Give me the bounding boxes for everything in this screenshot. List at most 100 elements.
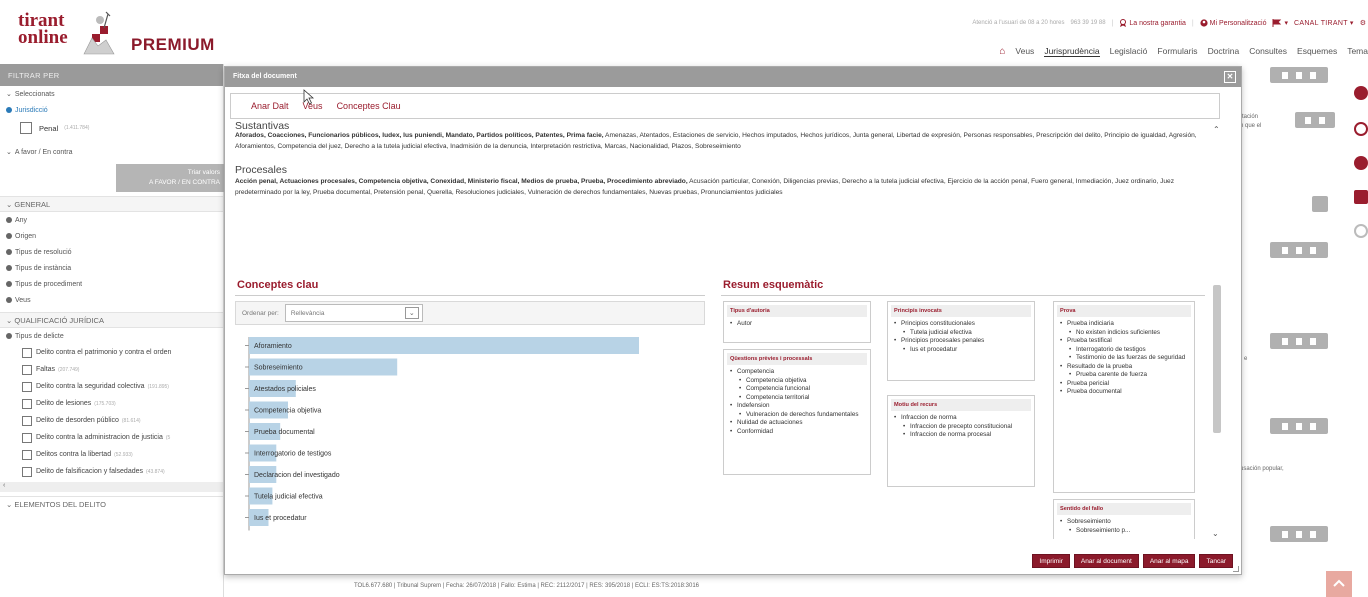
delict-checkbox[interactable] xyxy=(22,415,32,426)
map-icon xyxy=(1310,530,1316,538)
sidebar-hscroll[interactable]: ‹ xyxy=(0,482,223,492)
filter-origen[interactable]: Origen xyxy=(0,228,223,244)
chart-category-label[interactable]: Interrogatorio de testigos xyxy=(254,451,332,458)
schema-item: Sobreseimiento p... xyxy=(1057,527,1191,536)
delict-checkbox[interactable] xyxy=(22,364,32,375)
flag-menu[interactable]: ▾ xyxy=(1272,19,1288,27)
result-actions[interactable] xyxy=(1270,242,1328,258)
chevron-down-icon[interactable]: ⌄ xyxy=(1212,529,1219,538)
delict-option[interactable]: Delito de desorden público (81.614) xyxy=(0,412,223,429)
download-icon xyxy=(1319,116,1325,124)
chart-category-label[interactable]: Tutela judicial efectiva xyxy=(254,494,323,501)
nav-jurisprudencia[interactable]: Jurisprudència xyxy=(1044,46,1100,57)
delict-option[interactable]: Delito de falsificacion y falsedades (43.… xyxy=(0,463,223,480)
schema-item: Tutela judicial efectiva xyxy=(891,329,1031,338)
delict-checkbox[interactable] xyxy=(22,347,32,358)
scrollbar-thumb[interactable] xyxy=(1213,285,1221,433)
chart-category-label[interactable]: Atestados policiales xyxy=(254,386,316,393)
result-reference[interactable]: TOL6.677.680 | Tribunal Suprem | Fecha: … xyxy=(354,583,699,589)
close-icon[interactable]: ✕ xyxy=(1224,71,1236,83)
chart-category-label[interactable]: Competencia objetiva xyxy=(254,408,321,415)
chart-category-label[interactable]: Declaracion del investigado xyxy=(254,472,340,479)
nav-veus[interactable]: Veus xyxy=(1015,46,1034,56)
chart-category-label[interactable]: Prueba documental xyxy=(254,429,315,436)
favor-contra-button[interactable]: Triar valors A FAVOR / EN CONTRA xyxy=(116,164,224,192)
filter-veus[interactable]: Veus xyxy=(0,292,223,308)
modal-scrollbar[interactable]: ⌃ ⌄ xyxy=(1211,125,1223,545)
qualificacio-section-toggle[interactable]: ⌄ QUALIFICACIÓ JURÍDICA xyxy=(0,312,223,328)
chart-bar[interactable] xyxy=(249,337,639,354)
result-actions[interactable] xyxy=(1270,67,1328,83)
home-icon[interactable]: ⌂ xyxy=(999,46,1005,57)
elementos-section-toggle[interactable]: ⌄ ELEMENTOS DEL DELITO xyxy=(0,496,223,512)
nav-doctrina[interactable]: Doctrina xyxy=(1208,46,1240,56)
penal-filter[interactable]: Penal (1.411.784) xyxy=(0,118,223,138)
filter-tipus-resolucio[interactable]: Tipus de resolució xyxy=(0,244,223,260)
delict-checkbox[interactable] xyxy=(22,449,32,460)
schema-item: Vulneracion de derechos fundamentales xyxy=(727,411,867,420)
delict-checkbox[interactable] xyxy=(22,398,32,409)
user-icon xyxy=(1200,19,1208,27)
settings-icon[interactable]: ⚙ xyxy=(1360,19,1368,27)
selected-section-toggle[interactable]: ⌄ Seleccionats xyxy=(0,86,223,102)
tab-conceptes-clau[interactable]: Conceptes Clau xyxy=(337,101,401,111)
general-section-toggle[interactable]: ⌄ GENERAL xyxy=(0,196,223,212)
go-to-map-button[interactable]: Anar al mapa xyxy=(1142,554,1196,568)
top-header: tirant online PREMIUM Atenció a l'usuari… xyxy=(0,0,1368,62)
main-nav: ⌂ Veus Jurisprudència Legislació Formula… xyxy=(999,44,1368,58)
flag-icon xyxy=(1272,19,1282,27)
penal-checkbox[interactable] xyxy=(20,122,32,134)
guarantee-link[interactable]: La nostra garantia xyxy=(1119,19,1186,27)
close-button[interactable]: Tancar xyxy=(1199,554,1233,568)
folder-icon[interactable] xyxy=(1354,190,1368,204)
resize-handle[interactable] xyxy=(1233,566,1239,572)
chart-category-label[interactable]: Aforamiento xyxy=(254,343,292,350)
tools-icon[interactable] xyxy=(1354,156,1368,170)
delict-option[interactable]: Delito de lesiones (175.703) xyxy=(0,395,223,412)
support-phone: 963 39 19 88 xyxy=(1070,20,1106,26)
procesales-title: Procesales xyxy=(235,164,287,176)
filter-tipus-delicte[interactable]: Tipus de delicte xyxy=(0,328,223,344)
result-actions[interactable] xyxy=(1270,418,1328,434)
pin-icon[interactable] xyxy=(1354,86,1368,100)
download-icon xyxy=(1296,422,1302,430)
scroll-to-top-button[interactable] xyxy=(1326,571,1352,597)
result-actions[interactable] xyxy=(1270,333,1328,349)
tirant-logo[interactable]: tirant online PREMIUM xyxy=(18,10,228,58)
sort-select[interactable]: Rellevància ⌄ xyxy=(284,304,423,322)
result-actions[interactable] xyxy=(1270,526,1328,542)
favor-section-toggle[interactable]: ⌄ A favor / En contra xyxy=(0,144,223,160)
modal-title: Fitxa del document xyxy=(233,73,297,80)
nav-consultes[interactable]: Consultes xyxy=(1249,46,1287,56)
delict-checkbox[interactable] xyxy=(22,466,32,477)
print-button[interactable]: Imprimir xyxy=(1032,554,1070,568)
nav-formularis[interactable]: Formularis xyxy=(1157,46,1197,56)
delict-option[interactable]: Delito contra el patrimonio y contra el … xyxy=(0,344,223,361)
search-icon[interactable] xyxy=(1354,224,1368,238)
chart-category-label[interactable]: Ius et procedatur xyxy=(254,515,307,522)
tab-anar-dalt[interactable]: Anar Dalt xyxy=(251,101,289,111)
nav-tema[interactable]: Tema xyxy=(1347,46,1368,56)
delict-checkbox[interactable] xyxy=(22,432,32,443)
filter-tipus-procediment[interactable]: Tipus de procediment xyxy=(0,276,223,292)
filter-tipus-instancia[interactable]: Tipus de instància xyxy=(0,260,223,276)
jurisdiction-filter[interactable]: Jurisdicció xyxy=(0,102,223,118)
delict-option[interactable]: Delito contra la seguridad colectiva (191… xyxy=(0,378,223,395)
delict-option[interactable]: Faltas (207.749) xyxy=(0,361,223,378)
schema-item: Infraccion de precepto constitucional xyxy=(891,423,1031,432)
history-icon[interactable] xyxy=(1354,122,1368,136)
chevron-up-icon[interactable]: ⌃ xyxy=(1213,125,1220,134)
delict-checkbox[interactable] xyxy=(22,381,32,392)
go-to-document-button[interactable]: Anar al document xyxy=(1073,554,1139,568)
canal-tirant-menu[interactable]: CANAL TIRANT ▾ xyxy=(1294,19,1354,27)
delict-option[interactable]: Delito contra la administracion de justi… xyxy=(0,429,223,446)
result-actions[interactable] xyxy=(1295,112,1335,128)
delict-option[interactable]: Delitos contra la libertad (52.933) xyxy=(0,446,223,463)
chart-category-label[interactable]: Sobreseimiento xyxy=(254,365,303,372)
filter-any[interactable]: Any xyxy=(0,212,223,228)
result-action-single[interactable] xyxy=(1312,196,1328,212)
nav-legislacio[interactable]: Legislació xyxy=(1110,46,1148,56)
nav-esquemes[interactable]: Esquemes xyxy=(1297,46,1337,56)
personalization-link[interactable]: Mi Personalització xyxy=(1200,19,1266,27)
modal-title-bar[interactable]: Fitxa del document ✕ xyxy=(225,67,1241,87)
